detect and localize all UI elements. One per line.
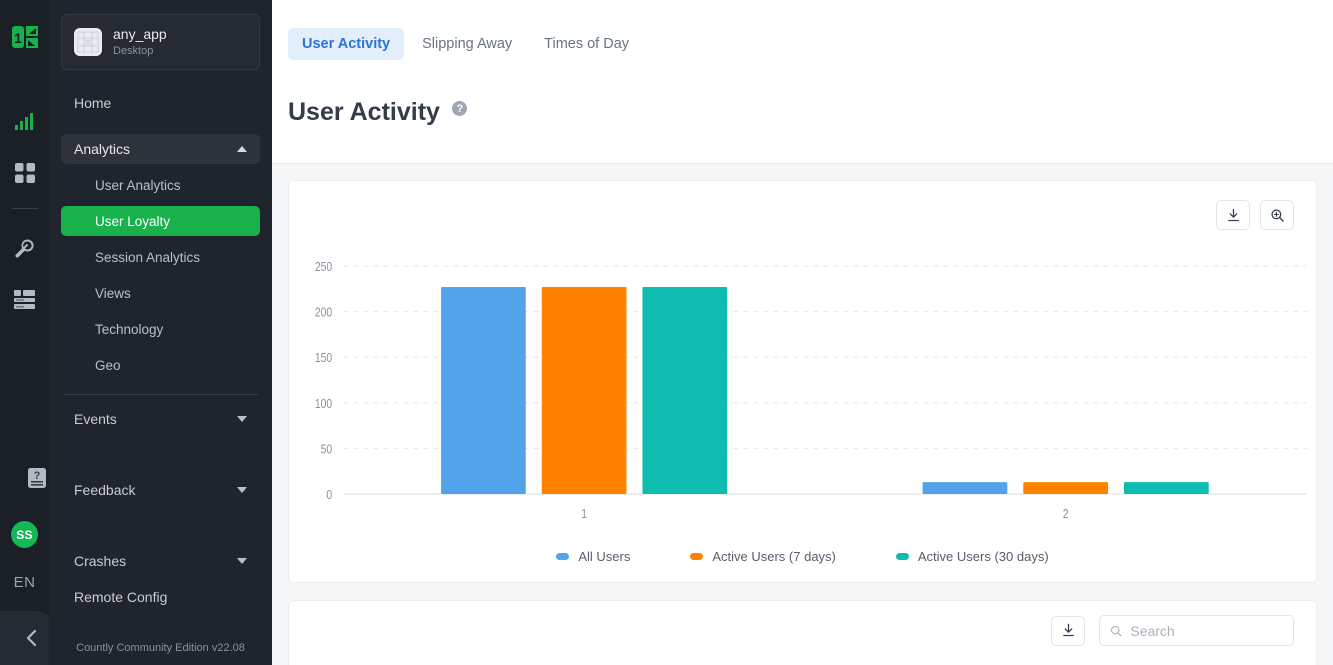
sidebar-item-label: Remote Config: [74, 589, 168, 605]
bar[interactable]: [441, 286, 526, 494]
chevron-down-icon: [237, 558, 247, 564]
avatar[interactable]: SS: [11, 521, 38, 548]
legend-label: Active Users (30 days): [917, 549, 1049, 564]
legend-swatch: [690, 553, 704, 560]
app-selector-meta: any_app Desktop: [113, 26, 167, 58]
sidebar-item-user-analytics[interactable]: User Analytics: [61, 170, 260, 200]
legend-item-all-users[interactable]: All Users: [556, 549, 630, 564]
y-axis-tick-label: 100: [315, 397, 333, 411]
sidebar-item-feedback[interactable]: Feedback: [61, 475, 260, 505]
server-management-icon[interactable]: [12, 287, 38, 313]
sidebar-item-home[interactable]: Home: [61, 88, 260, 118]
sidebar-item-analytics[interactable]: Analytics: [61, 134, 260, 164]
legend-item-active-users-7-days[interactable]: Active Users (7 days): [690, 549, 836, 564]
chevron-down-icon: [237, 487, 247, 493]
sidebar-subitem-label: User Analytics: [95, 177, 181, 193]
svg-text:?: ?: [33, 470, 40, 482]
y-axis-tick-label: 150: [315, 351, 333, 365]
sidebar-item-label: Crashes: [74, 553, 127, 569]
bar[interactable]: [1123, 482, 1209, 494]
search-box[interactable]: [1099, 615, 1294, 646]
sidebar-item-technology[interactable]: Technology: [61, 314, 260, 344]
search-icon: [1111, 625, 1122, 636]
sidebar-item-geo[interactable]: Geo: [61, 350, 260, 380]
content-area: 0 50 100 150 200 250 1 2 All Users Active Users…: [272, 163, 1333, 665]
tab-label: Times of Day: [544, 36, 630, 52]
sidebar-item-user-loyalty[interactable]: User Loyalty: [61, 206, 260, 236]
chart-legend: All Users Active Users (7 days) Active U…: [289, 549, 1316, 564]
y-axis-tick-label: 0: [326, 488, 332, 502]
sidebar-subitem-label: Technology: [95, 321, 164, 337]
sidebar-item-session-analytics[interactable]: Session Analytics: [61, 242, 260, 272]
download-icon: [1062, 623, 1074, 637]
app-type: Desktop: [113, 45, 154, 57]
tab-label: User Activity: [302, 36, 391, 52]
grid-apps-icon[interactable]: [12, 160, 38, 186]
avatar-initials: SS: [16, 527, 33, 542]
tab-user-activity[interactable]: User Activity: [288, 28, 405, 60]
legend-item-active-users-30-days[interactable]: Active Users (30 days): [895, 549, 1049, 564]
sidebar-item-events[interactable]: Events: [61, 404, 260, 434]
legend-swatch: [895, 553, 909, 560]
sidebar-item-label: Analytics: [74, 141, 131, 157]
sidebar-subitem-label: Views: [95, 285, 131, 301]
legend-label: All Users: [578, 549, 631, 564]
chevron-left-icon: [26, 629, 36, 647]
user-activity-chart-card: 0 50 100 150 200 250 1 2 All Users Active Users…: [288, 180, 1317, 583]
countly-logo-icon[interactable]: 1: [10, 22, 40, 52]
sidebar-subitem-label: Geo: [95, 357, 121, 373]
bar[interactable]: [922, 482, 1008, 494]
y-axis-tick-label: 200: [315, 306, 333, 320]
table-toolbar: [1051, 615, 1294, 646]
download-table-button[interactable]: [1051, 615, 1085, 646]
sidebar-item-label: Events: [74, 411, 117, 427]
help-circle-icon[interactable]: ?: [452, 101, 468, 116]
page-title: User Activity: [288, 98, 440, 126]
analytics-bars-icon[interactable]: [12, 108, 38, 134]
sidebar-divider: [63, 394, 258, 395]
user-activity-table-card: [288, 600, 1317, 665]
wrench-tools-icon[interactable]: [12, 235, 38, 261]
tab-bar: User Activity Slipping Away Times of Day: [272, 0, 1333, 85]
bar[interactable]: [541, 286, 627, 494]
tab-times-of-day[interactable]: Times of Day: [530, 28, 643, 60]
x-axis-tick-label: 1: [581, 507, 587, 521]
search-input[interactable]: [1130, 622, 1283, 639]
main-content: User Activity Slipping Away Times of Day…: [272, 0, 1333, 665]
language-selector[interactable]: EN: [0, 574, 49, 591]
sidebar-item-remote-config[interactable]: Remote Config: [61, 582, 260, 612]
chevron-down-icon: [237, 416, 247, 422]
sidebar-footer-version: Countly Community Edition v22.08: [76, 642, 245, 654]
app-selector[interactable]: any_app Desktop: [61, 14, 260, 70]
bar-chart-plot: 0 50 100 150 200 250 1 2: [315, 260, 1316, 521]
app-thumbnail-icon: [74, 28, 102, 56]
x-axis-tick-label: 2: [1063, 507, 1069, 521]
bar[interactable]: [1023, 482, 1109, 494]
sidebar-item-views[interactable]: Views: [61, 278, 260, 308]
page-header: User Activity ?: [272, 85, 1333, 163]
tab-label: Slipping Away: [422, 36, 513, 52]
legend-label: Active Users (7 days): [712, 549, 836, 564]
sidebar-subitem-label: Session Analytics: [95, 249, 201, 265]
icon-rail: 1 ? SS EN: [0, 0, 62, 665]
app-name: any_app: [113, 26, 167, 42]
chevron-up-icon: [237, 146, 247, 152]
sidebar-item-label: Feedback: [74, 482, 136, 498]
sidebar: any_app Desktop Home Analytics User Anal…: [49, 0, 272, 665]
app-root: 1 ? SS EN any_app Desktop Home Analytics…: [0, 0, 1333, 665]
rail-divider: [11, 208, 38, 209]
sidebar-subitem-label: User Loyalty: [95, 213, 171, 229]
svg-text:1: 1: [14, 30, 22, 46]
bar[interactable]: [642, 286, 728, 494]
sidebar-item-crashes[interactable]: Crashes: [61, 546, 260, 576]
y-axis-tick-label: 250: [315, 260, 333, 274]
tab-slipping-away[interactable]: Slipping Away: [408, 28, 526, 60]
y-axis-tick-label: 50: [321, 442, 333, 456]
sidebar-item-label: Home: [74, 95, 112, 111]
legend-swatch: [556, 553, 570, 560]
